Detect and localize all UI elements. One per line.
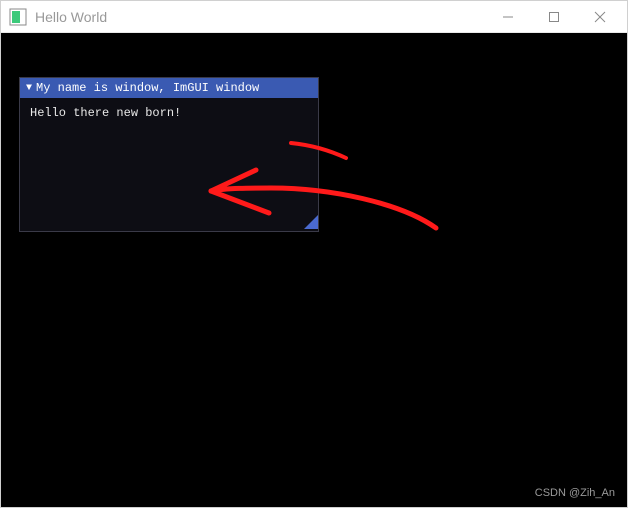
titlebar[interactable]: Hello World	[1, 1, 627, 33]
imgui-titlebar[interactable]: ▼ My name is window, ImGUI window	[20, 78, 318, 98]
maximize-button[interactable]	[531, 2, 577, 32]
app-icon	[9, 8, 27, 26]
imgui-body: Hello there new born!	[20, 98, 318, 229]
app-window: Hello World ▼ My name is window, ImGUI w…	[0, 0, 628, 508]
window-title: Hello World	[35, 9, 485, 25]
collapse-arrow-icon[interactable]: ▼	[26, 83, 32, 94]
window-controls	[485, 2, 623, 32]
close-button[interactable]	[577, 2, 623, 32]
imgui-title-text: My name is window, ImGUI window	[36, 81, 259, 95]
watermark-text: CSDN @Zih_An	[535, 487, 615, 499]
imgui-content-text: Hello there new born!	[30, 106, 181, 120]
client-area: ▼ My name is window, ImGUI window Hello …	[1, 33, 627, 507]
imgui-window[interactable]: ▼ My name is window, ImGUI window Hello …	[19, 77, 319, 232]
minimize-button[interactable]	[485, 2, 531, 32]
resize-handle-icon[interactable]	[304, 215, 318, 229]
